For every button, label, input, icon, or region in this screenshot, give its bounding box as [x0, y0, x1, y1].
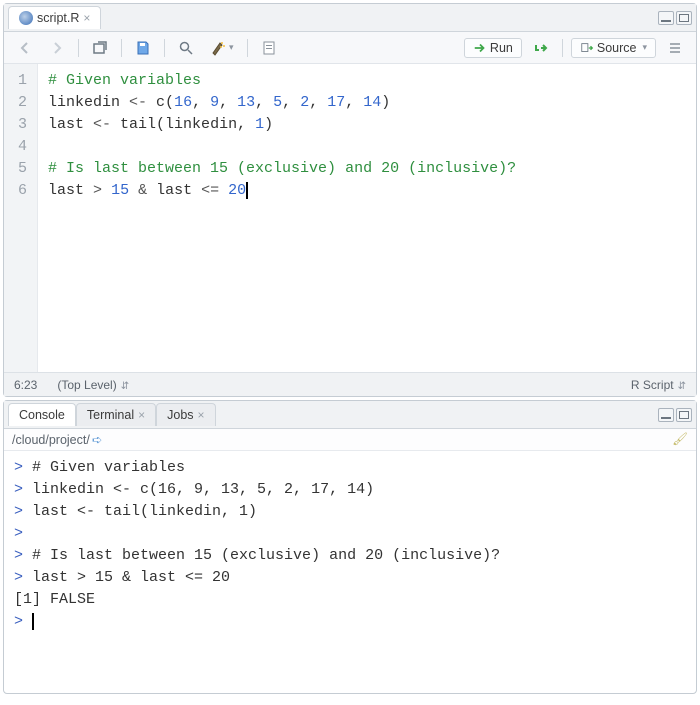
console-path-bar: /cloud/project/ ➪ 🖌	[4, 429, 696, 451]
console-output[interactable]: > # Given variables> linkedin <- c(16, 9…	[4, 451, 696, 693]
close-icon[interactable]: ×	[83, 11, 90, 25]
clear-console-icon[interactable]: 🖌	[672, 432, 688, 447]
run-button[interactable]: Run	[464, 38, 522, 58]
outline-icon[interactable]	[662, 38, 688, 58]
goto-dir-icon[interactable]: ➪	[92, 432, 102, 447]
editor-tabbar: script.R ×	[4, 4, 696, 32]
source-icon	[580, 41, 594, 55]
run-arrow-icon	[473, 41, 487, 55]
source-button[interactable]: Source ▾	[571, 38, 656, 58]
run-label: Run	[490, 41, 513, 55]
tab-jobs-label: Jobs	[167, 408, 193, 422]
code-tools-icon[interactable]: ▾	[205, 38, 239, 58]
file-type-selector[interactable]: R Script⇵	[631, 378, 686, 392]
tab-terminal[interactable]: Terminal ×	[76, 403, 156, 426]
working-dir[interactable]: /cloud/project/	[12, 433, 90, 447]
tab-jobs[interactable]: Jobs ×	[156, 403, 215, 426]
source-label: Source	[597, 41, 637, 55]
compile-report-icon[interactable]	[256, 38, 282, 58]
code-area[interactable]: # Given variableslinkedin <- c(16, 9, 13…	[38, 64, 696, 372]
save-icon[interactable]	[130, 38, 156, 58]
line-gutter: 123456	[4, 64, 38, 372]
close-icon[interactable]: ×	[138, 408, 145, 422]
r-file-icon	[19, 11, 33, 25]
close-icon[interactable]: ×	[198, 408, 205, 422]
find-icon[interactable]	[173, 38, 199, 58]
tab-terminal-label: Terminal	[87, 408, 134, 422]
editor-statusbar: 6:23 (Top Level)⇵ R Script⇵	[4, 372, 696, 396]
forward-icon[interactable]	[44, 38, 70, 58]
file-tab[interactable]: script.R ×	[8, 6, 101, 29]
console-tabbar: Console Terminal × Jobs ×	[4, 401, 696, 429]
editor-toolbar: ▾ Run Source ▾	[4, 32, 696, 64]
show-in-new-window-icon[interactable]	[87, 38, 113, 58]
maximize-icon[interactable]	[676, 408, 692, 422]
cursor-position: 6:23	[14, 378, 37, 392]
code-editor[interactable]: 123456 # Given variableslinkedin <- c(16…	[4, 64, 696, 372]
scope-selector[interactable]: (Top Level)⇵	[57, 378, 129, 392]
maximize-icon[interactable]	[676, 11, 692, 25]
tab-console-label: Console	[19, 408, 65, 422]
file-tab-label: script.R	[37, 11, 79, 25]
tab-console[interactable]: Console	[8, 403, 76, 426]
re-run-icon[interactable]	[528, 38, 554, 58]
minimize-icon[interactable]	[658, 408, 674, 422]
minimize-icon[interactable]	[658, 11, 674, 25]
back-icon[interactable]	[12, 38, 38, 58]
